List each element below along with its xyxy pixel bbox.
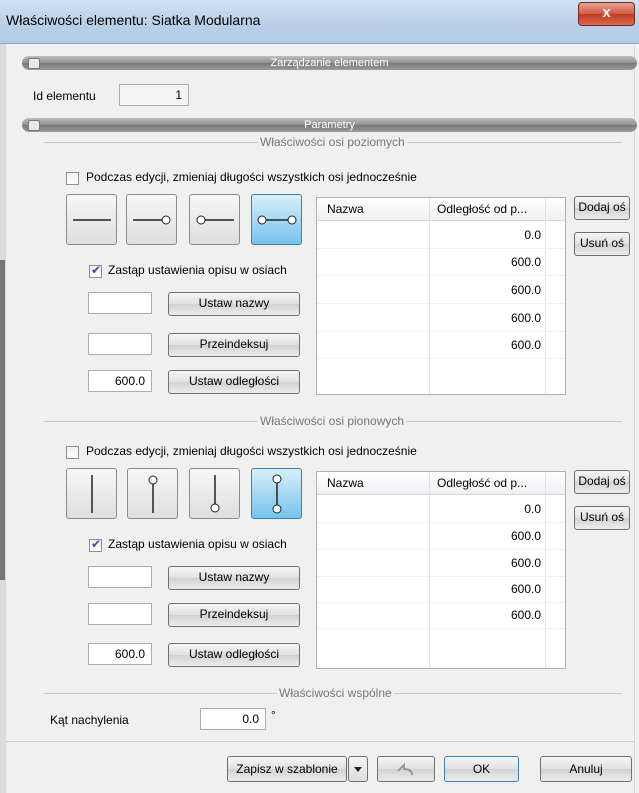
table-cell-distance[interactable]: 600.0	[511, 556, 541, 570]
edit-all-label-vertical: Podczas edycji, zmieniaj długości wszyst…	[86, 444, 417, 458]
table-cell-distance[interactable]: 600.0	[511, 529, 541, 543]
table-cell-distance[interactable]: 600.0	[511, 582, 541, 596]
collapse-icon[interactable]	[28, 58, 40, 69]
row-divider	[317, 358, 565, 359]
chevron-down-icon	[354, 767, 362, 772]
axis-style-line-button[interactable]	[66, 194, 117, 245]
row-divider	[317, 331, 565, 332]
reindex-button-vertical[interactable]: Przeindeksuj	[168, 603, 300, 627]
close-button[interactable]: x	[578, 2, 635, 26]
axis-style-vline-button[interactable]	[66, 468, 117, 519]
set-names-button-horizontal[interactable]: Ustaw nazwy	[168, 292, 300, 316]
column-separator	[429, 198, 430, 394]
axis-vboth-circles-icon	[272, 474, 282, 514]
row-divider	[317, 602, 565, 603]
edit-all-checkbox-vertical[interactable]	[66, 446, 79, 459]
section-header-manage[interactable]: Zarządzanie elementem	[22, 56, 637, 70]
table-cell-distance[interactable]: 600.0	[511, 338, 541, 352]
replace-desc-checkbox-horizontal[interactable]	[89, 263, 102, 278]
reindex-field-horizontal[interactable]	[88, 333, 152, 355]
names-field-vertical[interactable]	[88, 566, 152, 588]
row-divider	[317, 628, 565, 629]
axis-style-bottom-circle-button[interactable]	[189, 468, 240, 519]
id-label: Id elementu	[33, 89, 96, 103]
reindex-field-vertical[interactable]	[88, 603, 152, 625]
group-title-vertical: Właściwości osi pionowych	[258, 414, 407, 428]
row-divider	[317, 522, 565, 523]
axes-table-horizontal[interactable]: Nazwa Odległość od p... 0.0 600.0 600.0 …	[316, 197, 566, 395]
collapse-icon[interactable]	[28, 120, 40, 131]
table-header: Nazwa Odległość od p...	[317, 472, 565, 495]
table-cell-distance[interactable]: 600.0	[511, 255, 541, 269]
group-title-horizontal: Właściwości osi poziomych	[258, 135, 407, 149]
footer-separator	[6, 741, 634, 742]
window-title: Właściwości elementu: Siatka Modularna	[6, 12, 261, 28]
set-distances-button-horizontal[interactable]: Ustaw odległości	[168, 370, 300, 394]
axis-style-both-circles-button[interactable]	[251, 194, 302, 245]
row-divider	[317, 275, 565, 276]
axis-top-circle-icon	[148, 475, 158, 513]
angle-field[interactable]: 0.0	[200, 708, 266, 730]
axis-both-circles-icon	[257, 215, 297, 225]
remove-axis-button-horizontal[interactable]: Usuń oś	[574, 232, 630, 256]
table-cell-distance[interactable]: 600.0	[511, 608, 541, 622]
undo-button[interactable]	[377, 756, 435, 782]
id-field: 1	[119, 84, 189, 106]
replace-desc-label-horizontal: Zastąp ustawienia opisu w osiach	[108, 263, 287, 277]
axis-style-start-circle-button[interactable]	[189, 194, 240, 245]
axis-line-icon	[73, 219, 111, 221]
replace-desc-checkbox-vertical[interactable]	[89, 537, 102, 552]
column-header-distance[interactable]: Odległość od p...	[437, 476, 527, 490]
angle-unit: °	[271, 708, 276, 722]
add-axis-button-vertical[interactable]: Dodaj oś	[574, 470, 630, 494]
reindex-button-horizontal[interactable]: Przeindeksuj	[168, 333, 300, 357]
edit-all-checkbox-horizontal[interactable]	[66, 172, 79, 185]
axis-style-end-circle-button[interactable]	[126, 194, 177, 245]
remove-axis-button-vertical[interactable]: Usuń oś	[574, 506, 630, 530]
undo-icon	[397, 762, 413, 776]
axis-bottom-circle-icon	[210, 475, 220, 513]
axis-end-circle-icon	[133, 215, 171, 225]
axis-vline-icon	[91, 475, 93, 513]
title-bar: Właściwości elementu: Siatka Modularna x	[0, 0, 639, 44]
group-title-common: Właściwości wspólne	[277, 686, 394, 700]
axis-style-top-circle-button[interactable]	[127, 468, 178, 519]
column-header-name[interactable]: Nazwa	[327, 476, 364, 490]
table-cell-distance[interactable]: 0.0	[524, 228, 541, 242]
section-header-params[interactable]: Parametry	[22, 118, 637, 132]
axis-style-vboth-circles-button[interactable]	[251, 468, 302, 519]
cancel-button[interactable]: Anuluj	[540, 756, 632, 782]
save-template-button[interactable]: Zapisz w szablonie	[227, 756, 347, 782]
names-field-horizontal[interactable]	[88, 292, 152, 314]
save-template-dropdown[interactable]	[348, 756, 368, 782]
axis-start-circle-icon	[196, 215, 234, 225]
table-cell-distance[interactable]: 600.0	[511, 283, 541, 297]
set-names-button-vertical[interactable]: Ustaw nazwy	[168, 566, 300, 590]
add-axis-button-horizontal[interactable]: Dodaj oś	[574, 196, 630, 220]
distance-field-horizontal[interactable]: 600.0	[88, 370, 152, 392]
column-separator	[545, 198, 546, 394]
table-header: Nazwa Odległość od p...	[317, 198, 565, 221]
section-title-params: Parametry	[304, 119, 355, 131]
column-header-name[interactable]: Nazwa	[327, 202, 364, 216]
replace-desc-label-vertical: Zastąp ustawienia opisu w osiach	[108, 537, 287, 551]
row-divider	[317, 248, 565, 249]
section-title-manage: Zarządzanie elementem	[270, 57, 389, 69]
column-separator	[545, 472, 546, 668]
row-divider	[317, 576, 565, 577]
table-cell-distance[interactable]: 600.0	[511, 311, 541, 325]
angle-label: Kąt nachylenia	[50, 713, 129, 727]
column-header-distance[interactable]: Odległość od p...	[437, 202, 527, 216]
edit-all-label-horizontal: Podczas edycji, zmieniaj długości wszyst…	[86, 170, 417, 184]
table-cell-distance[interactable]: 0.0	[524, 502, 541, 516]
row-divider	[317, 303, 565, 304]
column-separator	[429, 472, 430, 668]
axes-table-vertical[interactable]: Nazwa Odległość od p... 0.0 600.0 600.0 …	[316, 471, 566, 669]
distance-field-vertical[interactable]: 600.0	[88, 643, 152, 665]
row-divider	[317, 549, 565, 550]
set-distances-button-vertical[interactable]: Ustaw odległości	[168, 643, 300, 667]
ok-button[interactable]: OK	[444, 756, 519, 782]
